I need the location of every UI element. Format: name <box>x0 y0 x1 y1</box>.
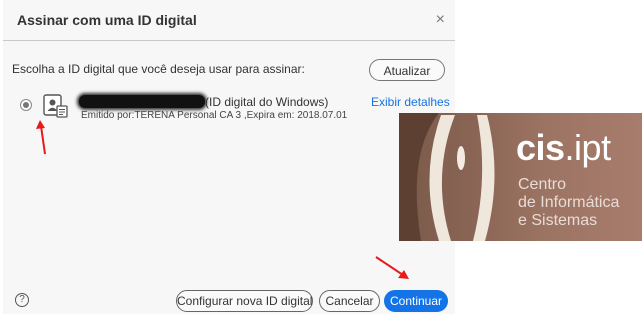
certificate-issuer: Emitido por:TERENA Personal CA 3 ,Expira… <box>81 110 348 121</box>
dialog-title-bar: Assinar com uma ID digital × <box>3 0 455 41</box>
redacted-name <box>79 95 205 108</box>
certificate-radio[interactable] <box>20 99 32 111</box>
logo-brand-bold: cis <box>516 127 565 168</box>
dialog-title: Assinar com uma ID digital <box>17 12 197 28</box>
logo-line-1: Centro <box>518 176 567 193</box>
annotation-arrow-up <box>36 120 46 155</box>
cis-ipt-logo: cis.ipt Centro de Informática e Sistemas <box>399 113 642 241</box>
close-icon[interactable]: × <box>436 11 445 29</box>
logo-brand: cis.ipt <box>516 127 611 169</box>
certificate-id-icon <box>43 93 69 119</box>
cancel-button[interactable]: Cancelar <box>319 290 380 312</box>
certificate-type: (ID digital do Windows) <box>205 95 329 109</box>
logo-line-3: e Sistemas <box>518 212 598 229</box>
show-details-link[interactable]: Exibir detalhes <box>371 95 450 109</box>
certificate-name: (ID digital do Windows) <box>79 95 328 109</box>
annotation-arrow-down <box>375 256 409 279</box>
logo-brand-light: .ipt <box>564 127 612 168</box>
help-circle-icon[interactable]: ? <box>15 293 29 307</box>
configure-new-id-button[interactable]: Configurar nova ID digital <box>176 290 313 312</box>
choose-id-prompt: Escolha a ID digital que você deseja usa… <box>12 62 305 76</box>
continue-button[interactable]: Continuar <box>384 290 448 312</box>
logo-line-2: de Informática <box>518 194 620 211</box>
refresh-button[interactable]: Atualizar <box>369 59 445 81</box>
sign-dialog: Assinar com uma ID digital × Escolha a I… <box>3 0 455 314</box>
